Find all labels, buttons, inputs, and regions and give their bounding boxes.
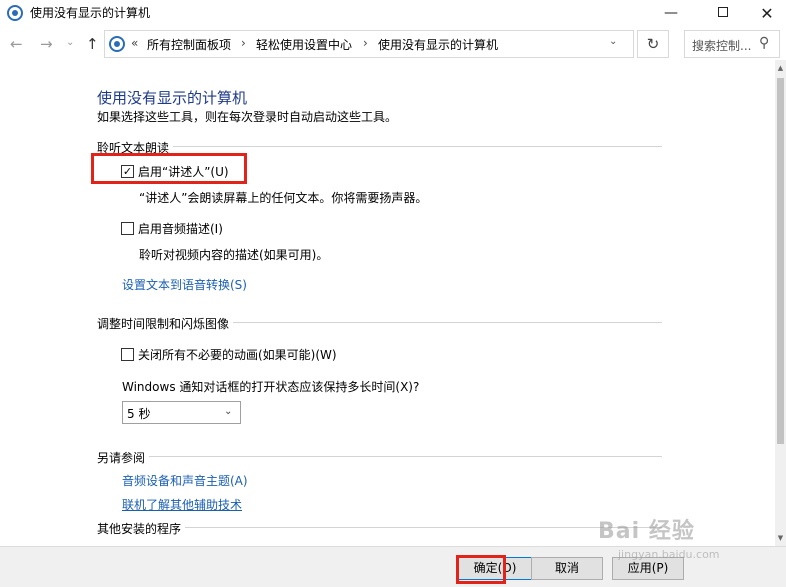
highlight-box [456,555,506,584]
section-heading-other: 其他安装的程序 [97,520,186,537]
notification-duration-question: Windows 通知对话框的打开状态应该保持多长时间(X)? [122,380,420,394]
chevron-down-icon: ⌄ [224,406,233,417]
section-heading-see-also: 另请参阅 [97,449,150,466]
window-title: 使用没有显示的计算机 [30,6,151,20]
content-pane: 使用没有显示的计算机 如果选择这些工具，则在每次登录时自动启动这些工具。 聆听文… [0,60,775,546]
control-panel-icon [109,36,125,52]
animations-option[interactable]: 关闭所有不必要的动画(如果可能)(W) [121,346,337,362]
animations-label[interactable]: 关闭所有不必要的动画(如果可能)(W) [138,346,337,363]
close-button[interactable]: ✕ [744,0,786,28]
section-divider [97,146,662,147]
refresh-icon: ↻ [646,35,660,53]
highlight-box [91,153,247,184]
tts-settings-link[interactable]: 设置文本到语音转换(S) [122,276,247,293]
notification-duration-select[interactable]: 5 秒 ⌄ [122,401,241,424]
forward-arrow-icon[interactable]: → [40,35,53,53]
notification-duration-value: 5 秒 [127,407,151,421]
audio-devices-link[interactable]: 音频设备和声音主题(A) [122,472,248,489]
baidu-watermark-url: jingyan.baidu.com [618,548,720,561]
maximize-button[interactable] [700,0,746,28]
cancel-button[interactable]: 取消 [531,557,603,580]
breadcrumb-item[interactable]: 使用没有显示的计算机 [378,36,498,53]
search-icon[interactable]: ⚲ [759,35,769,51]
control-panel-icon [7,5,23,21]
section-divider [97,456,662,457]
scroll-up-icon[interactable]: ▲ [775,60,786,76]
search-input[interactable]: 搜索控制... ⚲ [684,30,780,58]
search-placeholder: 搜索控制... [692,39,752,53]
baidu-watermark: Bai 经验 [598,519,695,544]
breadcrumb-item[interactable]: 所有控制面板项 [147,36,231,53]
address-bar[interactable]: « 所有控制面板项 › 轻松使用设置中心 › 使用没有显示的计算机 ⌄ [104,30,634,58]
breadcrumb-separator: › [363,36,368,50]
title-bar: 使用没有显示的计算机 — ✕ [0,0,786,28]
narrator-description: “讲述人”会朗读屏幕上的任何文本。你将需要扬声器。 [139,191,428,205]
assistive-tech-link[interactable]: 联机了解其他辅助技术 [122,496,242,513]
breadcrumb-overflow[interactable]: « [131,36,138,50]
navigation-bar: ← → ⌄ ↑ « 所有控制面板项 › 轻松使用设置中心 › 使用没有显示的计算… [0,28,786,60]
audio-description-checkbox[interactable] [121,221,134,235]
refresh-button[interactable]: ↻ [637,30,669,58]
breadcrumb-item[interactable]: 轻松使用设置中心 [256,36,352,53]
section-heading-timing: 调整时间限制和闪烁图像 [97,315,234,332]
audio-description-label[interactable]: 启用音频描述(I) [138,220,223,237]
page-title: 使用没有显示的计算机 [97,89,248,107]
audio-description-text: 聆听对视频内容的描述(如果可用)。 [139,248,329,262]
recent-locations-icon[interactable]: ⌄ [66,37,74,48]
maximize-icon [718,7,728,17]
vertical-scrollbar[interactable]: ▲ ▼ [775,60,786,546]
page-subtitle: 如果选择这些工具，则在每次登录时自动启动这些工具。 [97,110,398,124]
address-dropdown-icon[interactable]: ⌄ [609,36,617,47]
up-arrow-icon[interactable]: ↑ [86,35,99,53]
animations-checkbox[interactable] [121,347,134,361]
back-arrow-icon[interactable]: ← [10,35,23,53]
scroll-thumb[interactable] [777,78,784,444]
scroll-down-icon[interactable]: ▼ [775,530,786,546]
audio-description-option[interactable]: 启用音频描述(I) [121,220,223,236]
breadcrumb-separator: › [241,36,246,50]
minimize-button[interactable]: — [648,0,694,28]
